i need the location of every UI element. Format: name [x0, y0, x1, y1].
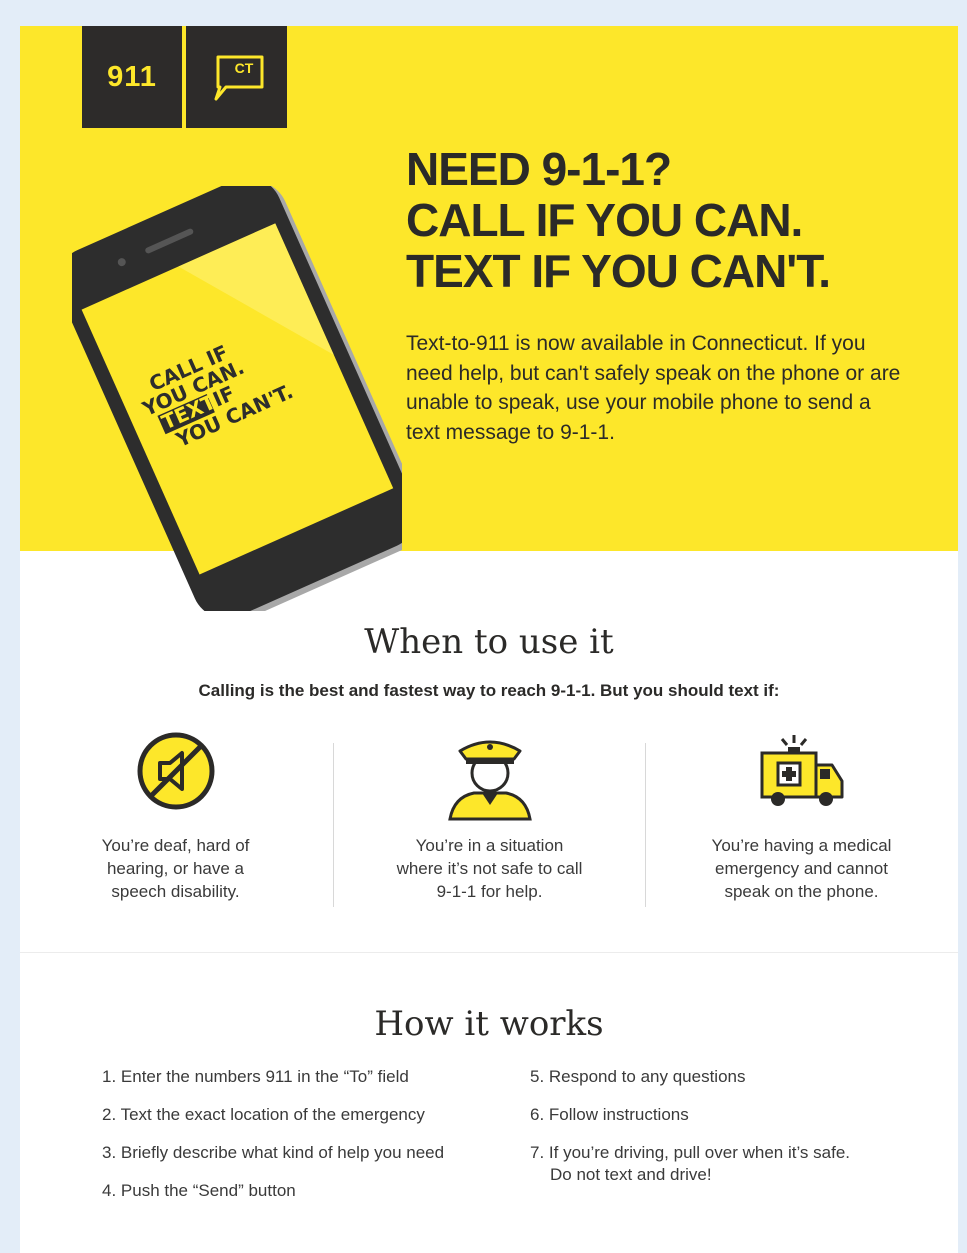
- step-item: 1. Enter the numbers 911 in the “To” fie…: [102, 1067, 409, 1086]
- smartphone-illustration: CALL IF YOU CAN. TEXT IF YOU CAN'T.: [72, 186, 402, 611]
- ambulance-icon: [760, 735, 843, 806]
- headline-line: TEXT IF YOU CAN'T.: [406, 245, 831, 297]
- police-officer-icon: [447, 740, 532, 821]
- text-line: hearing, or have a: [106, 859, 245, 878]
- text-line: You’re deaf, hard of: [101, 836, 250, 855]
- text-line: You’re in a situation: [415, 836, 564, 855]
- headline-line: NEED 9-1-1?: [406, 143, 672, 195]
- logo-ct: CT: [186, 26, 287, 128]
- section-separator: [20, 952, 958, 953]
- step-item: 5. Respond to any questions: [530, 1067, 746, 1086]
- text-line: speech disability.: [111, 882, 240, 901]
- muted-speaker-icon: [137, 732, 214, 810]
- text-line: where it’s not safe to call: [396, 859, 583, 878]
- when-item-text: You’re in a situation where it’s not saf…: [334, 834, 645, 903]
- logo: 911 CT: [82, 26, 287, 128]
- when-title: When to use it: [364, 622, 614, 662]
- when-subtitle: Calling is the best and fastest way to r…: [198, 681, 780, 700]
- steps-right: 5. Respond to any questions 6. Follow in…: [530, 1066, 850, 1202]
- when-item-text: You’re having a medical emergency and ca…: [646, 834, 957, 903]
- text-line: emergency and cannot: [715, 859, 888, 878]
- how-title: How it works: [374, 1004, 604, 1044]
- flyer-page: 911 CT NEED 9-1-1? CALL IF YOU CAN. TEXT…: [20, 26, 958, 1253]
- text-line: 9-1-1 for help.: [436, 882, 543, 901]
- step-item: 6. Follow instructions: [530, 1105, 689, 1124]
- step-line: Do not text and drive!: [550, 1165, 712, 1184]
- text-line: speak on the phone.: [724, 882, 879, 901]
- logo-ct-text: CT: [234, 60, 254, 76]
- intro-text: Text-to-911 is now available in Connecti…: [406, 332, 901, 444]
- step-item: 4. Push the “Send” button: [102, 1181, 296, 1200]
- headline-line: CALL IF YOU CAN.: [406, 194, 803, 246]
- step-item: 2. Text the exact location of the emerge…: [102, 1105, 425, 1124]
- text-line: You’re having a medical: [711, 836, 892, 855]
- when-item-text: You’re deaf, hard of hearing, or have a …: [20, 834, 331, 903]
- hero-banner: 911 CT NEED 9-1-1? CALL IF YOU CAN. TEXT…: [20, 26, 958, 611]
- when-item: You’re in a situation where it’s not saf…: [334, 731, 645, 911]
- when-columns: You’re deaf, hard of hearing, or have a …: [20, 731, 958, 911]
- steps-left: 1. Enter the numbers 911 in the “To” fie…: [102, 1066, 444, 1218]
- step-line: 7. If you’re driving, pull over when it’…: [530, 1143, 851, 1162]
- when-item: You’re deaf, hard of hearing, or have a …: [20, 731, 331, 911]
- when-item: You’re having a medical emergency and ca…: [646, 731, 957, 911]
- logo-911: 911: [82, 26, 182, 128]
- step-item: 7. If you’re driving, pull over when it’…: [530, 1142, 850, 1186]
- speech-bubble-icon: [214, 55, 263, 101]
- headline: NEED 9-1-1? CALL IF YOU CAN. TEXT IF YOU…: [406, 144, 946, 297]
- step-item: 3. Briefly describe what kind of help yo…: [102, 1143, 445, 1162]
